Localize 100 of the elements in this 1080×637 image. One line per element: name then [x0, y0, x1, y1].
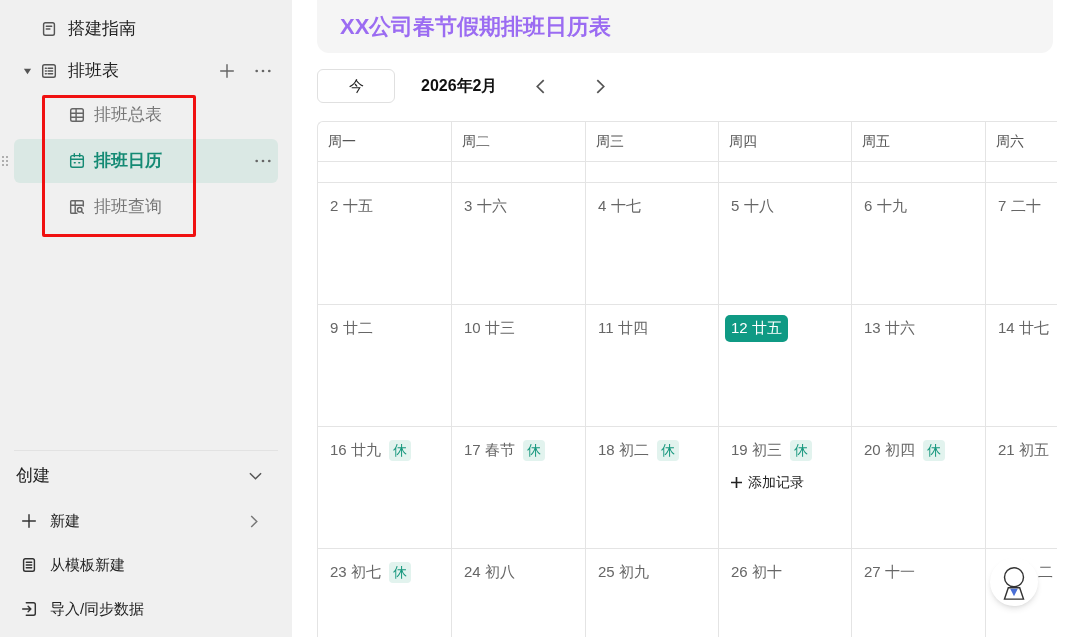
- calendar-icon: [68, 152, 86, 170]
- create-item[interactable]: 从模板新建: [0, 543, 292, 587]
- section-title: 创建: [16, 465, 50, 488]
- item-label: 排班查询: [94, 196, 162, 219]
- day-label: 10 廿三: [464, 318, 515, 339]
- day-cell[interactable]: [452, 162, 586, 184]
- day-label: 二: [1038, 562, 1053, 583]
- day-label: 3 十六: [464, 196, 507, 217]
- plus-icon: [20, 512, 38, 530]
- day-cell[interactable]: 20 初四 休: [852, 427, 986, 550]
- day-cell[interactable]: 21 初五: [986, 427, 1057, 550]
- weekday-label: 周四: [729, 132, 757, 152]
- create-item[interactable]: 新建: [0, 499, 292, 543]
- weekday-label: 周一: [328, 132, 356, 152]
- day-label: 21 初五: [998, 440, 1049, 461]
- day-cell[interactable]: 26 初十: [719, 549, 852, 637]
- table-search-icon: [68, 198, 86, 216]
- plus-icon: [731, 476, 742, 488]
- sidebar-item[interactable]: 排班总表: [14, 93, 278, 137]
- day-cell[interactable]: 27 十一: [852, 549, 986, 637]
- day-cell[interactable]: 23 初七 休: [318, 549, 452, 637]
- day-label: 5 十八: [731, 196, 774, 217]
- month-label: 2026年2月: [421, 76, 498, 97]
- day-cell[interactable]: 13 廿六: [852, 305, 986, 428]
- day-cell[interactable]: 16 廿九 休: [318, 427, 452, 550]
- weekday-label: 周五: [862, 132, 890, 152]
- item-label: 从模板新建: [50, 554, 125, 575]
- weekday-label: 周三: [596, 132, 624, 152]
- item-label: 排班日历: [94, 150, 162, 173]
- sidebar-item[interactable]: 搭建指南: [14, 8, 278, 50]
- table-icon: [68, 106, 86, 124]
- document-icon: [40, 20, 58, 38]
- rest-tag: 休: [522, 440, 545, 462]
- item-label: 排班表: [68, 60, 119, 83]
- day-cell[interactable]: 5 十八: [719, 183, 852, 306]
- next-icon[interactable]: [595, 78, 605, 94]
- item-label: 搭建指南: [68, 18, 136, 41]
- day-label: 11 廿四: [598, 318, 648, 339]
- day-cell[interactable]: 14 廿七: [986, 305, 1057, 428]
- day-label: 4 十七: [598, 196, 641, 217]
- day-label: 25 初九: [598, 562, 649, 583]
- drag-handle-icon[interactable]: [2, 155, 8, 167]
- day-cell[interactable]: 2 十五: [318, 183, 452, 306]
- day-cell[interactable]: 18 初二 休: [586, 427, 719, 550]
- day-cell[interactable]: 6 十九: [852, 183, 986, 306]
- day-cell[interactable]: 7 二十: [986, 183, 1057, 306]
- add-record-button[interactable]: 添加记录: [731, 471, 804, 493]
- rest-tag: 休: [922, 440, 945, 462]
- more-icon[interactable]: [254, 158, 272, 164]
- item-label: 导入/同步数据: [50, 598, 145, 619]
- rest-tag: 休: [656, 440, 679, 462]
- day-label: 13 廿六: [864, 318, 915, 339]
- day-cell[interactable]: [318, 162, 452, 184]
- day-label: 20 初四: [864, 440, 915, 461]
- assistant-avatar[interactable]: [990, 558, 1038, 606]
- day-cell[interactable]: 10 廿三: [452, 305, 586, 428]
- create-item[interactable]: 导入/同步数据: [0, 587, 292, 631]
- day-label: 24 初八: [464, 562, 515, 583]
- day-cell[interactable]: 12 廿五: [719, 305, 852, 428]
- day-cell[interactable]: 25 初九: [586, 549, 719, 637]
- expand-caret-icon[interactable]: [22, 66, 32, 76]
- weekday-label: 周二: [462, 132, 490, 152]
- day-label: 16 廿九: [330, 440, 381, 461]
- day-cell[interactable]: 11 廿四: [586, 305, 719, 428]
- day-cell[interactable]: 17 春节 休: [452, 427, 586, 550]
- day-cell[interactable]: [719, 162, 852, 184]
- weekday-label: 周六: [996, 132, 1024, 152]
- day-label: 27 十一: [864, 562, 915, 583]
- more-icon[interactable]: [254, 68, 272, 74]
- item-label: 排班总表: [94, 104, 162, 127]
- day-cell[interactable]: [586, 162, 719, 184]
- day-cell[interactable]: 9 廿二: [318, 305, 452, 428]
- rest-tag: 休: [388, 562, 411, 584]
- day-label: 17 春节: [464, 440, 515, 461]
- list-icon: [40, 62, 58, 80]
- day-label: 26 初十: [731, 562, 782, 583]
- day-cell[interactable]: [852, 162, 986, 184]
- plus-icon: [218, 62, 236, 80]
- page-title: XX公司春节假期排班日历表: [340, 13, 612, 42]
- document-icon: [20, 556, 38, 574]
- day-label: 23 初七: [330, 562, 381, 583]
- import-icon: [20, 600, 38, 618]
- rest-tag: 休: [789, 440, 812, 462]
- day-label: 9 廿二: [330, 318, 373, 339]
- sidebar-item[interactable]: 排班查询: [14, 185, 278, 229]
- day-label: 19 初三: [731, 440, 782, 461]
- sidebar-item[interactable]: 排班表: [14, 50, 278, 92]
- day-label: 2 十五: [330, 196, 373, 217]
- previous-icon[interactable]: [535, 78, 545, 94]
- day-label: 6 十九: [864, 196, 907, 217]
- chevron-down-icon[interactable]: [249, 472, 262, 480]
- day-cell[interactable]: 3 十六: [452, 183, 586, 306]
- item-label: 新建: [50, 510, 80, 531]
- day-cell[interactable]: 19 初三 休 添加记录: [719, 427, 852, 550]
- day-cell[interactable]: 24 初八: [452, 549, 586, 637]
- rest-tag: 休: [388, 440, 411, 462]
- day-cell[interactable]: 4 十七: [586, 183, 719, 306]
- chevron-right-icon[interactable]: [250, 514, 258, 528]
- today-button[interactable]: 今: [317, 69, 395, 104]
- day-label: 7 二十: [998, 196, 1041, 217]
